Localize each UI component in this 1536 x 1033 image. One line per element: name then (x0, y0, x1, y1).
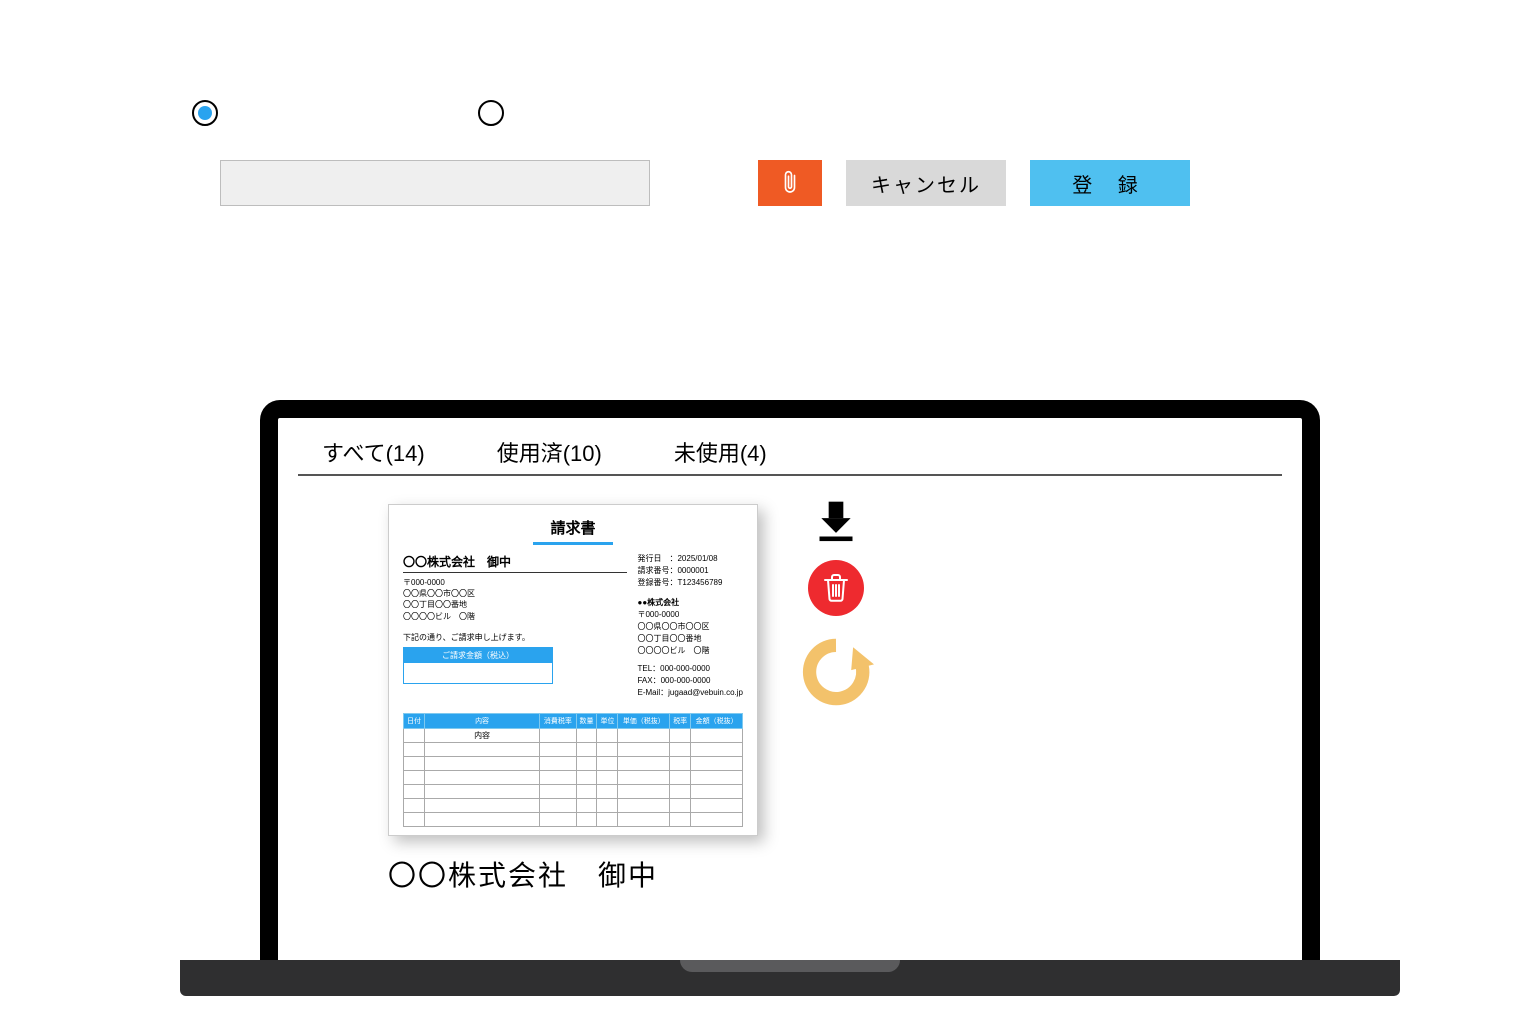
download-icon[interactable] (814, 498, 858, 542)
radio-option-2[interactable] (478, 100, 504, 126)
thumbnail-actions (798, 498, 874, 710)
invoice-line-table: 日付 内容 消費税率 数量 単位 単価（税抜） 税率 金額（税抜） (403, 713, 743, 827)
radio-option-1[interactable] (192, 100, 218, 126)
invoice-note: 下記の通り、ご請求申し上げます。 (403, 632, 627, 643)
tab-used[interactable]: 使用済(10) (497, 436, 602, 468)
filter-tabs: すべて(14) 使用済(10) 未使用(4) (298, 428, 1282, 476)
attach-button[interactable] (758, 160, 822, 206)
laptop-base (180, 960, 1400, 996)
invoice-client-addr: 〒000-0000 〇〇県〇〇市〇〇区 〇〇丁目〇〇番地 〇〇〇〇ビル 〇階 (403, 577, 627, 622)
register-button[interactable]: 登 録 (1030, 160, 1190, 206)
invoice-amount-box: ご請求金額（税込） (403, 647, 553, 684)
paperclip-icon (781, 169, 799, 197)
document-caption: 〇〇株式会社 御中 (388, 854, 1292, 894)
cancel-button[interactable]: キャンセル (846, 160, 1006, 206)
document-area: 請求書 〇〇株式会社 御中 〒000-0000 〇〇県〇〇市〇〇区 〇〇丁目〇〇… (388, 504, 1008, 836)
text-input[interactable] (220, 160, 650, 206)
tab-all[interactable]: すべて(14) (322, 436, 425, 468)
invoice-thumbnail[interactable]: 請求書 〇〇株式会社 御中 〒000-0000 〇〇県〇〇市〇〇区 〇〇丁目〇〇… (388, 504, 758, 836)
action-row: キャンセル 登 録 (220, 160, 1280, 206)
invoice-title: 請求書 (403, 517, 743, 542)
trash-icon (820, 572, 852, 604)
tab-unused[interactable]: 未使用(4) (674, 436, 767, 468)
invoice-client: 〇〇株式会社 御中 (403, 553, 627, 573)
invoice-meta: 発行日 ：2025/01/08 請求番号：0000001 登録番号：T12345… (637, 553, 743, 699)
refresh-icon[interactable] (798, 634, 874, 710)
delete-button[interactable] (808, 560, 864, 616)
laptop-frame: すべて(14) 使用済(10) 未使用(4) 請求書 〇〇株式会社 御中 〒00… (260, 400, 1320, 996)
radio-row (192, 100, 1280, 126)
